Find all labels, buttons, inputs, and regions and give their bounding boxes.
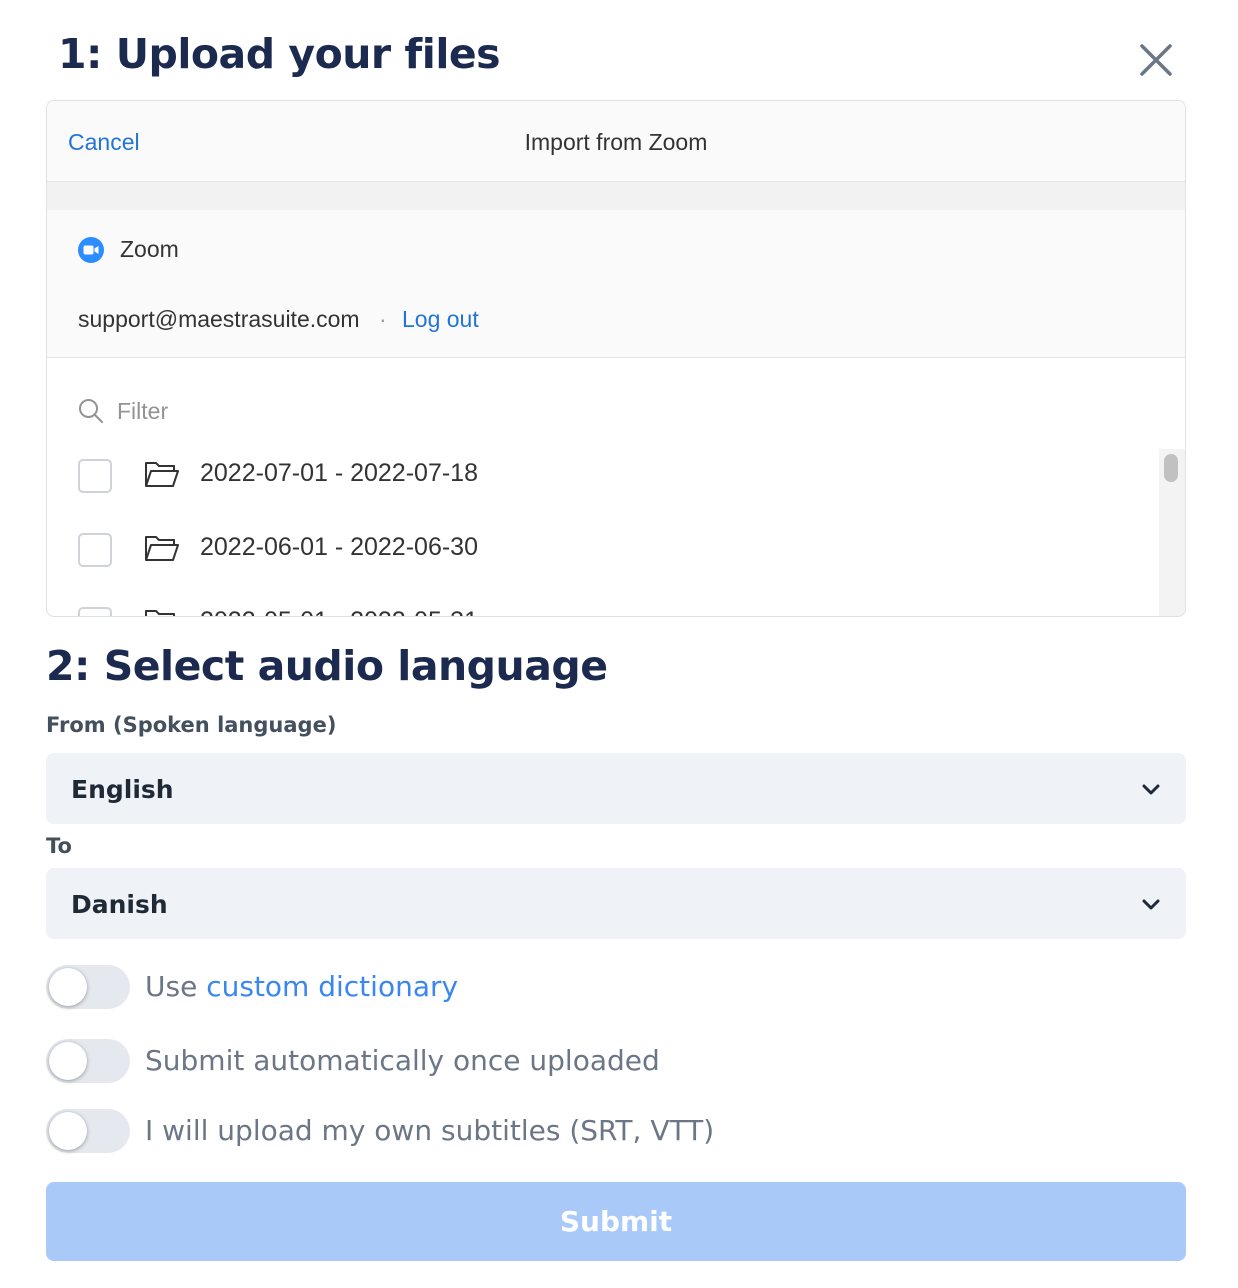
import-panel-header: Import from Zoom Cancel — [47, 101, 1185, 182]
to-language-value: Danish — [71, 890, 168, 919]
step1-title: 1: Upload your files — [58, 30, 501, 78]
account-email: support@maestrasuite.com — [78, 306, 360, 332]
scrollbar-thumb[interactable] — [1164, 454, 1178, 482]
item-checkbox[interactable] — [78, 459, 112, 493]
list-scrollbar[interactable] — [1159, 449, 1185, 616]
item-name: 2022-07-01 - 2022-07-18 — [200, 459, 478, 487]
list-item[interactable]: 2022-07-01 - 2022-07-18 — [47, 453, 1157, 503]
search-icon — [79, 399, 103, 423]
close-button[interactable] — [1134, 38, 1178, 82]
toggle-knob — [49, 1042, 87, 1080]
filter-bar — [77, 396, 477, 426]
separator-dot: · — [379, 306, 387, 332]
toggle-knob — [49, 968, 87, 1006]
chevron-down-icon — [1142, 899, 1160, 910]
item-checkbox[interactable] — [78, 533, 112, 567]
from-language-select[interactable]: English — [46, 753, 1186, 824]
cancel-button[interactable]: Cancel — [68, 129, 140, 156]
provider-account-section: Zoom support@maestrasuite.com · Log out — [47, 210, 1185, 358]
folder-icon — [145, 536, 179, 561]
list-item[interactable]: 2022-06-01 - 2022-06-30 — [47, 527, 1157, 577]
to-language-label: To — [46, 834, 72, 858]
import-panel: Import from Zoom Cancel Zoom support@mae… — [46, 100, 1186, 617]
item-name: 2022-06-01 - 2022-06-30 — [200, 533, 478, 561]
custom-dictionary-label: Use custom dictionary — [145, 970, 458, 1003]
filter-input[interactable] — [117, 396, 457, 426]
toggle-knob — [49, 1112, 87, 1150]
own-subtitles-option: I will upload my own subtitles (SRT, VTT… — [46, 1109, 1146, 1155]
provider-name: Zoom — [120, 236, 179, 262]
own-subtitles-label: I will upload my own subtitles (SRT, VTT… — [145, 1114, 715, 1147]
submit-button[interactable]: Submit — [46, 1182, 1186, 1261]
custom-dictionary-option: Use custom dictionary — [46, 965, 1146, 1011]
custom-dictionary-prefix: Use — [145, 970, 207, 1003]
item-name: 2022-05-01 - 2022-05-31 — [200, 607, 478, 616]
auto-submit-toggle[interactable] — [46, 1039, 130, 1083]
from-language-value: English — [71, 775, 174, 804]
item-checkbox[interactable] — [78, 607, 112, 616]
file-list: 2022-07-01 - 2022-07-18 2022-06-01 - 202… — [47, 449, 1185, 616]
auto-submit-option: Submit automatically once uploaded — [46, 1039, 1146, 1085]
list-item[interactable]: 2022-05-01 - 2022-05-31 — [47, 601, 1157, 616]
to-language-select[interactable]: Danish — [46, 868, 1186, 939]
from-language-label: From (Spoken language) — [46, 713, 337, 737]
custom-dictionary-link[interactable]: custom dictionary — [206, 970, 458, 1003]
auto-submit-label: Submit automatically once uploaded — [145, 1044, 660, 1077]
zoom-icon — [78, 237, 104, 263]
folder-icon — [145, 610, 175, 616]
import-panel-title: Import from Zoom — [524, 129, 708, 155]
folder-icon — [145, 462, 179, 487]
logout-link[interactable]: Log out — [402, 306, 479, 333]
step2-title: 2: Select audio language — [46, 642, 608, 690]
panel-divider — [47, 182, 1185, 210]
close-icon — [1140, 44, 1172, 76]
custom-dictionary-toggle[interactable] — [46, 965, 130, 1009]
chevron-down-icon — [1142, 784, 1160, 795]
own-subtitles-toggle[interactable] — [46, 1109, 130, 1153]
